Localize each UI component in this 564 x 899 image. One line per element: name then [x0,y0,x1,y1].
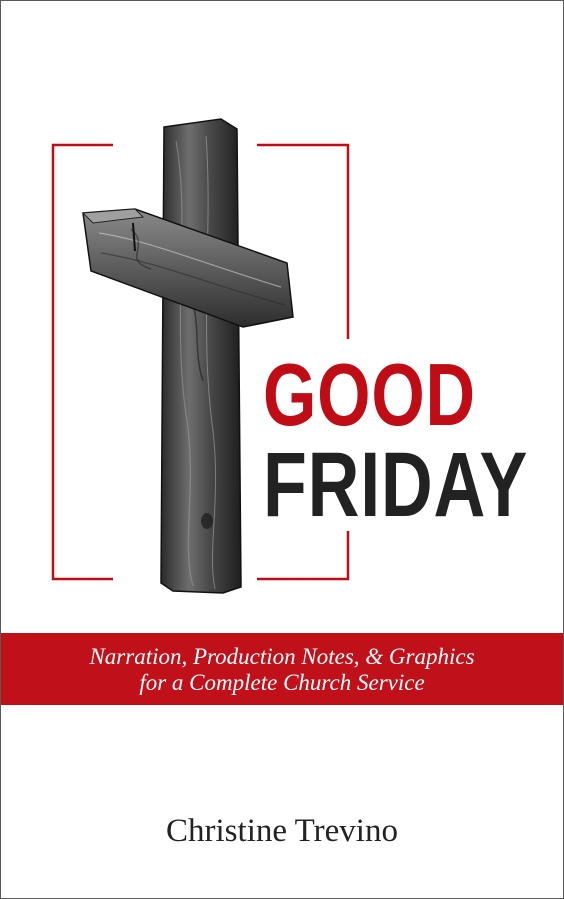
subtitle-line-2: for a Complete Church Service [139,670,425,695]
cross-illustration [51,118,350,594]
title-good: GOOD [263,345,476,444]
author-name: Christine Trevino [166,813,398,849]
book-cover: GOOD FRIDAY Narration, Production Notes,… [0,0,564,899]
subtitle-line-1: Narration, Production Notes, & Graphics [89,644,475,669]
red-frame-left [51,143,113,581]
title-friday: FRIDAY [263,434,529,536]
cross-icon [81,118,294,594]
red-frame-right-bottom [257,531,350,581]
